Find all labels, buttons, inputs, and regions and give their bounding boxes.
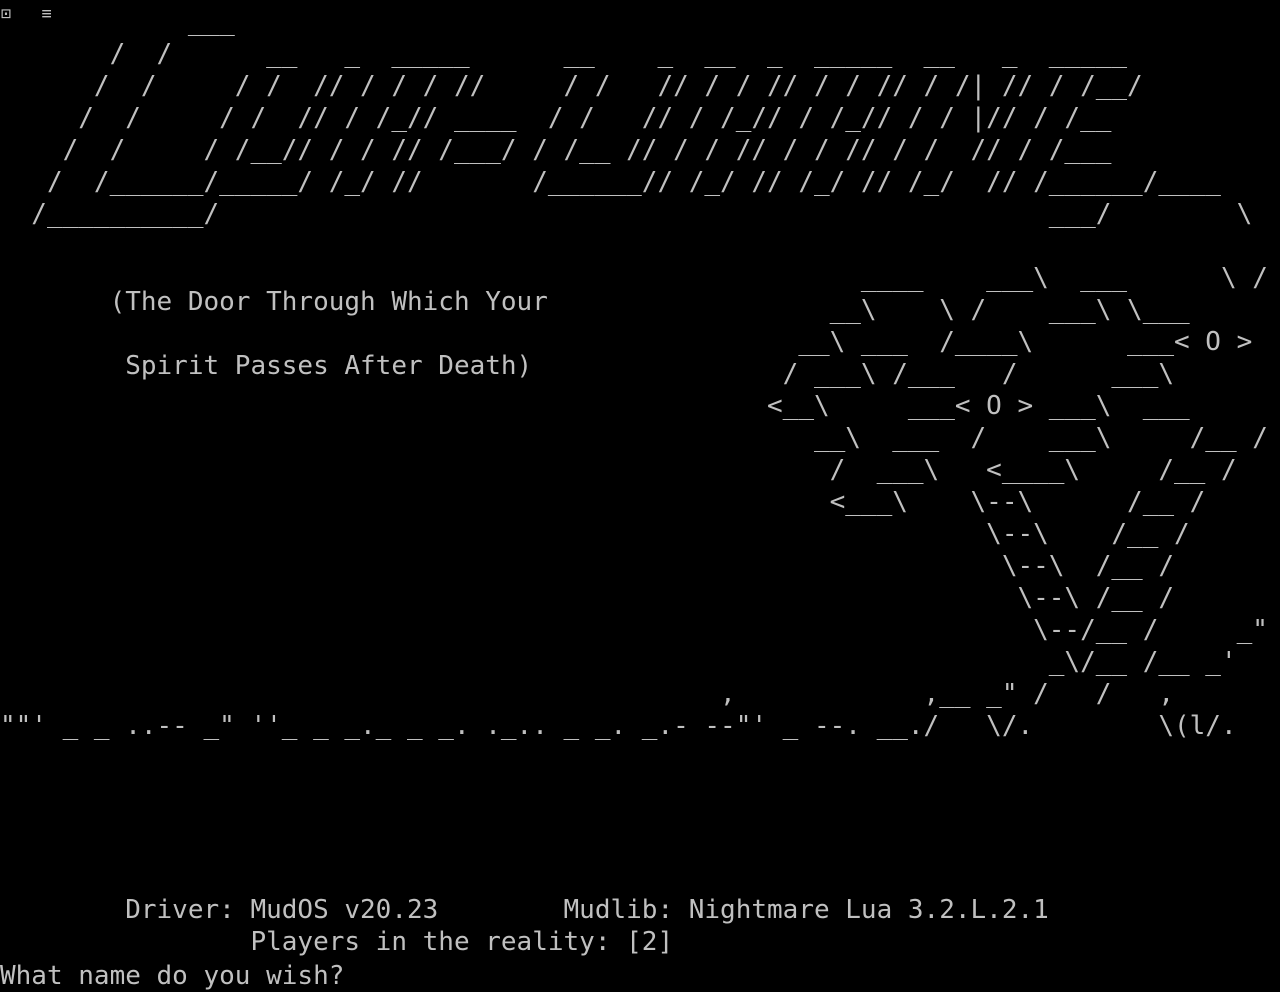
decor-art-line-6: __\ ___ / ___\ /__ / <box>0 423 1268 453</box>
decor-art-line-8: <___\ \--\ /__ / <box>0 487 1206 517</box>
banner-art-line-1: ___ <box>0 7 235 37</box>
subtitle-line-1: (The Door Through Which Your <box>0 287 548 317</box>
decor-art-line-9: \--\ /__ / <box>0 519 1190 549</box>
banner-art-line-2: / / __ _ _____ __ _ __ _ _____ __ _ ____… <box>0 39 1128 69</box>
decor-art-line-7: / ___\ <____\ /__ / <box>0 455 1237 485</box>
decor-art-line-10: \--\ /__ / <box>0 551 1174 581</box>
banner-art-line-4: / / / / // / /_// ____ / / // / /_// / /… <box>0 103 1112 133</box>
banner-art-line-6: / /______/_____/ /_/ // /______// /_/ //… <box>0 167 1221 197</box>
decor-art-line-11: \--\ /__ / <box>0 583 1174 613</box>
driver-mudlib-info: Driver: MudOS v20.23 Mudlib: Nightmare L… <box>0 895 1049 925</box>
decor-art-line-14: , ,__ _" / / , <box>0 679 1174 709</box>
banner-ascii-art: ___ / / __ _ _____ __ _ __ _ _____ __ _ … <box>0 6 1280 230</box>
prompt-text: What name do you wish? <box>0 961 361 991</box>
subtitle-line-2: Spirit Passes After Death) <box>0 351 533 381</box>
terminal-screen[interactable]: ⊡ ≡ ___ / / __ _ _____ __ _ __ _ _____ _… <box>0 0 1280 992</box>
decorative-ascii-art: ____ ___\ ___ \ / __\ \ / ___\ \___ _ __… <box>0 262 1280 742</box>
players-count: Players in the reality: [2] <box>0 927 674 957</box>
login-prompt[interactable]: What name do you wish? <box>0 958 374 992</box>
decor-art-line-15: ""' _ _ ..-- _" ''_ _ _._ _ _. ._.. _ _.… <box>0 711 1237 741</box>
banner-art-line-7: /__________/ ___/ \ _ <box>0 199 1280 229</box>
banner-art-line-3: / / / / // / / / // / / // / / // / / //… <box>0 71 1143 101</box>
decor-art-line-13: _\/__ /__ _' <box>0 647 1237 677</box>
decor-art-line-5: <__\ ___< O > ___\ ___ <box>0 391 1190 421</box>
banner-art-line-5: / / / /__// / / // /___/ / /__ // / / //… <box>0 135 1112 165</box>
input-cursor[interactable] <box>360 958 374 984</box>
decor-art-line-12: \--/__ / _" <box>0 615 1268 645</box>
